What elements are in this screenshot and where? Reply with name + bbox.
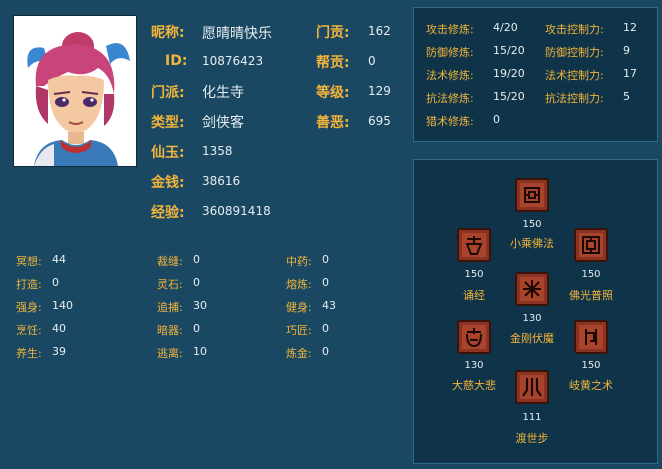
skill-name: 渡世步 xyxy=(515,432,549,445)
buddhism-seal-icon[interactable] xyxy=(515,178,549,212)
life-skill-label: 冥想: xyxy=(16,255,42,268)
sect-contrib-value: 162 xyxy=(368,24,391,38)
nickname-value: 愿晴晴快乐 xyxy=(202,26,272,42)
sect-label: 门派: xyxy=(151,85,185,101)
skill-name: 大慈大悲 xyxy=(452,379,496,392)
life-skill-label: 打造: xyxy=(16,278,42,291)
life-skill-value: 44 xyxy=(52,253,66,266)
skill-name: 小乘佛法 xyxy=(510,237,554,250)
control-value: 9 xyxy=(623,44,630,57)
cultivation-label: 攻击修炼: xyxy=(426,23,474,36)
life-skill-label: 强身: xyxy=(16,301,42,314)
control-label: 法术控制力: xyxy=(545,69,604,82)
guild-contrib-value: 0 xyxy=(368,54,376,68)
life-skill-label: 追捕: xyxy=(157,301,183,314)
life-skill-label: 灵石: xyxy=(157,278,183,291)
life-skill-label: 暗器: xyxy=(157,324,183,337)
footstep-icon[interactable] xyxy=(515,370,549,404)
id-value: 10876423 xyxy=(202,54,264,68)
control-value: 5 xyxy=(623,90,630,103)
karma-label: 善恶: xyxy=(316,115,350,131)
life-skill-value: 0 xyxy=(193,322,200,335)
life-skill-value: 43 xyxy=(322,299,336,312)
control-label: 防御控制力: xyxy=(545,46,604,59)
life-skill-value: 39 xyxy=(52,345,66,358)
level-value: 129 xyxy=(368,84,391,98)
money-value: 38616 xyxy=(202,174,241,188)
sect-skills-panel: 150 小乘佛法 150 诵经 150 佛光普照 130 金刚伏魔 130 大慈… xyxy=(413,159,658,464)
guild-contrib-label: 帮贡: xyxy=(316,55,350,71)
life-skill-label: 裁缝: xyxy=(157,255,183,268)
cultivation-label: 防御修炼: xyxy=(426,46,474,59)
cultivation-label: 抗法修炼: xyxy=(426,92,474,105)
control-value: 12 xyxy=(623,21,637,34)
cultivation-value: 0 xyxy=(493,113,500,126)
life-skill-value: 0 xyxy=(322,345,329,358)
character-portrait xyxy=(13,15,137,167)
life-skill-value: 0 xyxy=(322,276,329,289)
cultivation-value: 15/20 xyxy=(493,90,525,103)
medicine-icon[interactable] xyxy=(574,320,608,354)
life-skill-label: 中药: xyxy=(286,255,312,268)
skill-name: 岐黄之术 xyxy=(569,379,613,392)
chant-icon[interactable] xyxy=(457,228,491,262)
skill-name: 诵经 xyxy=(463,289,485,302)
skill-name: 佛光普照 xyxy=(569,289,613,302)
karma-value: 695 xyxy=(368,114,391,128)
cultivation-value: 19/20 xyxy=(493,67,525,80)
life-skill-value: 0 xyxy=(322,322,329,335)
xianyu-value: 1358 xyxy=(202,144,233,158)
exp-label: 经验: xyxy=(151,205,185,221)
control-label: 攻击控制力: xyxy=(545,23,604,36)
life-skill-value: 10 xyxy=(193,345,207,358)
cultivation-label: 猎术修炼: xyxy=(426,115,474,128)
skill-level: 150 xyxy=(464,269,484,280)
money-label: 金钱: xyxy=(151,175,185,191)
vajra-icon[interactable] xyxy=(515,272,549,306)
skill-level: 150 xyxy=(581,360,601,371)
skill-level: 130 xyxy=(522,313,542,324)
exp-value: 360891418 xyxy=(202,204,271,218)
cultivation-value: 4/20 xyxy=(493,21,518,34)
cultivation-label: 法术修炼: xyxy=(426,69,474,82)
skill-name: 金刚伏魔 xyxy=(510,332,554,345)
life-skill-value: 140 xyxy=(52,299,73,312)
sect-value: 化生寺 xyxy=(202,85,244,101)
life-skill-label: 巧匠: xyxy=(286,324,312,337)
xianyu-label: 仙玉: xyxy=(151,145,185,161)
life-skill-label: 烹饪: xyxy=(16,324,42,337)
life-skill-label: 炼金: xyxy=(286,347,312,360)
life-skill-label: 健身: xyxy=(286,301,312,314)
type-value: 剑侠客 xyxy=(202,115,244,131)
character-portrait-art xyxy=(14,16,136,166)
sect-contrib-label: 门贡: xyxy=(316,25,350,41)
life-skill-label: 养生: xyxy=(16,347,42,360)
id-label: ID: xyxy=(165,53,188,69)
cultivation-panel: 攻击修炼: 4/20 防御修炼: 15/20 法术修炼: 19/20 抗法修炼:… xyxy=(413,7,658,142)
control-label: 抗法控制力: xyxy=(545,92,604,105)
life-skill-value: 0 xyxy=(322,253,329,266)
life-skill-value: 0 xyxy=(193,253,200,266)
compassion-icon[interactable] xyxy=(457,320,491,354)
skill-level: 150 xyxy=(581,269,601,280)
cultivation-value: 15/20 xyxy=(493,44,525,57)
buddha-light-icon[interactable] xyxy=(574,228,608,262)
life-skill-label: 逃离: xyxy=(157,347,183,360)
life-skill-value: 0 xyxy=(193,276,200,289)
life-skill-label: 熔炼: xyxy=(286,278,312,291)
life-skill-value: 0 xyxy=(52,276,59,289)
life-skill-value: 40 xyxy=(52,322,66,335)
life-skill-value: 30 xyxy=(193,299,207,312)
control-value: 17 xyxy=(623,67,637,80)
nickname-label: 昵称: xyxy=(151,25,185,41)
type-label: 类型: xyxy=(151,115,185,131)
skill-level: 130 xyxy=(464,360,484,371)
level-label: 等级: xyxy=(316,85,350,101)
skill-level: 150 xyxy=(522,219,542,230)
skill-level: 111 xyxy=(522,412,542,423)
